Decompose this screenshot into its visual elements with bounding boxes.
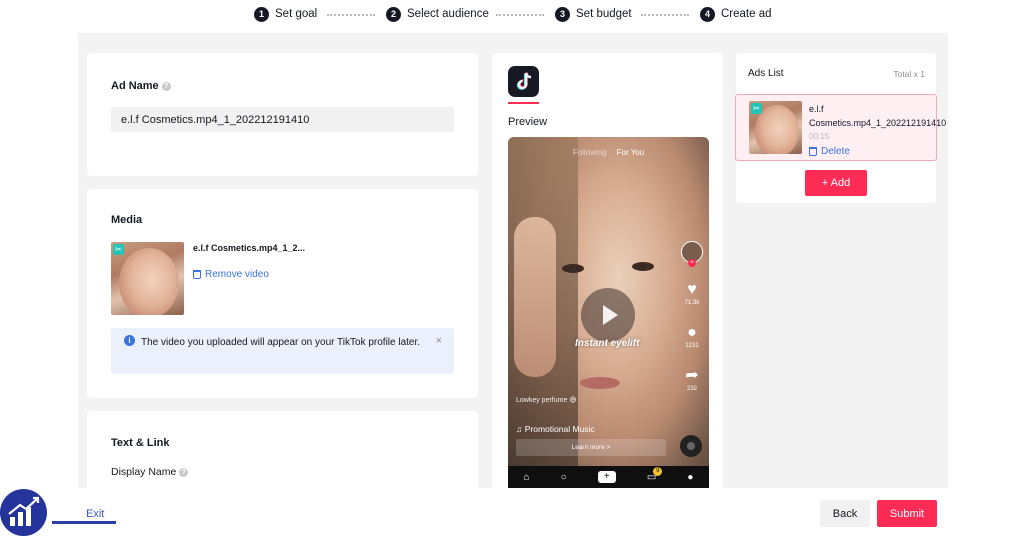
step-number: 4 (700, 6, 715, 22)
ads-total: Total x 1 (893, 69, 925, 79)
step-number: 3 (555, 6, 570, 22)
feed-tabs: Following For You (508, 148, 709, 157)
step-select-audience: 2 Select audience (386, 6, 489, 22)
video-eye (632, 262, 654, 271)
step-connector (641, 14, 689, 16)
step-set-goal: 1 Set goal (254, 6, 317, 22)
shares-count: 232 (686, 386, 697, 392)
inbox-icon[interactable]: ▭ 9 (647, 466, 663, 483)
help-icon[interactable]: ? (179, 467, 189, 477)
share-icon[interactable]: ➦ (680, 368, 704, 384)
delete-label: Delete (821, 146, 850, 157)
footer-bar (78, 488, 948, 538)
video-lips (580, 377, 620, 389)
play-button[interactable] (581, 288, 635, 342)
brand-logo (0, 489, 47, 536)
text-link-title: Text & Link (111, 437, 170, 449)
phone-preview: Following For You Instant eyelift + ♥ 71.… (508, 137, 709, 488)
edit-icon[interactable]: ✂ (751, 103, 762, 114)
ad-item-duration: 00:15 (809, 132, 830, 141)
phone-bottom-nav: ⌂ ○ + ▭ 9 ● (508, 466, 709, 488)
close-icon[interactable]: × (436, 335, 442, 347)
ad-name-title: Ad Name? (111, 80, 171, 92)
plus-icon[interactable]: + (597, 471, 616, 483)
trash-icon (193, 270, 201, 279)
creator-avatar[interactable]: + (681, 241, 703, 267)
info-icon: i (124, 335, 135, 346)
step-number: 1 (254, 6, 269, 22)
info-banner: i The video you uploaded will appear on … (111, 328, 454, 374)
search-icon[interactable]: ○ (561, 472, 567, 483)
ad-item-thumbnail: ✂ (749, 101, 802, 154)
ad-name-input[interactable]: e.l.f Cosmetics.mp4_1_202212191410 (111, 107, 454, 132)
heart-icon[interactable]: ♥ (680, 282, 704, 298)
step-create-ad: 4 Create ad (700, 6, 772, 22)
music-label: ♫ Promotional Music (516, 424, 595, 434)
music-disc-icon[interactable] (680, 435, 702, 457)
step-connector (496, 14, 544, 16)
step-label: Set budget (576, 8, 632, 20)
remove-video-label: Remove video (205, 269, 269, 280)
submit-button[interactable]: Submit (877, 500, 937, 527)
inbox-badge: 9 (653, 466, 663, 476)
profile-icon[interactable]: ● (687, 472, 693, 483)
edit-icon[interactable]: ✂ (113, 244, 124, 255)
video-thumbnail: ✂ (111, 242, 184, 315)
video-hand (514, 217, 556, 377)
tab-following[interactable]: Following (573, 148, 607, 157)
back-button[interactable]: Back (820, 500, 870, 527)
action-column: + ♥ 71.3k ● 1231 ➦ 232 (680, 241, 704, 392)
step-label: Set goal (275, 8, 318, 20)
ad-list-item[interactable]: ✂ e.l.f Cosmetics.mp4_1_202212191410 00:… (735, 94, 947, 161)
preview-label: Preview (508, 116, 548, 128)
step-label: Select audience (407, 8, 489, 20)
video-caption: Instant eyelift (575, 338, 640, 349)
step-connector (327, 14, 375, 16)
video-eye (562, 264, 584, 273)
info-text: The video you uploaded will appear on yo… (141, 337, 421, 348)
media-file-name: e.l.f Cosmetics.mp4_1_2... (193, 243, 306, 253)
steps-bar (78, 0, 948, 33)
step-label: Create ad (721, 8, 772, 20)
learn-more-button[interactable]: Learn more > (516, 439, 666, 456)
exit-underline (52, 521, 116, 524)
ad-item-name: e.l.f Cosmetics.mp4_1_202212191410 (809, 104, 947, 128)
remove-video-link[interactable]: Remove video (193, 269, 269, 280)
left-margin (0, 0, 78, 538)
help-icon[interactable]: ? (161, 81, 171, 91)
comment-icon[interactable]: ● (680, 325, 704, 341)
tiktok-logo-icon[interactable] (508, 66, 539, 97)
likes-count: 71.3k (684, 300, 700, 306)
add-ad-button[interactable]: + Add (805, 170, 867, 196)
right-margin (948, 0, 1024, 538)
tab-for-you[interactable]: For You (617, 148, 645, 157)
comments-count: 1231 (685, 343, 699, 349)
step-number: 2 (386, 6, 401, 22)
trash-icon (809, 147, 817, 156)
step-set-budget: 3 Set budget (555, 6, 632, 22)
exit-link[interactable]: Exit (86, 508, 104, 520)
media-title: Media (111, 214, 143, 226)
ads-list-title: Ads List (748, 68, 784, 79)
delete-ad-link[interactable]: Delete (809, 146, 850, 157)
display-name-label: Display Name? (111, 466, 189, 478)
home-icon[interactable]: ⌂ (524, 472, 530, 483)
video-description: Lowkey perfume 😅 (516, 397, 577, 404)
platform-tab-indicator (508, 102, 539, 104)
follow-icon[interactable]: + (688, 259, 696, 267)
